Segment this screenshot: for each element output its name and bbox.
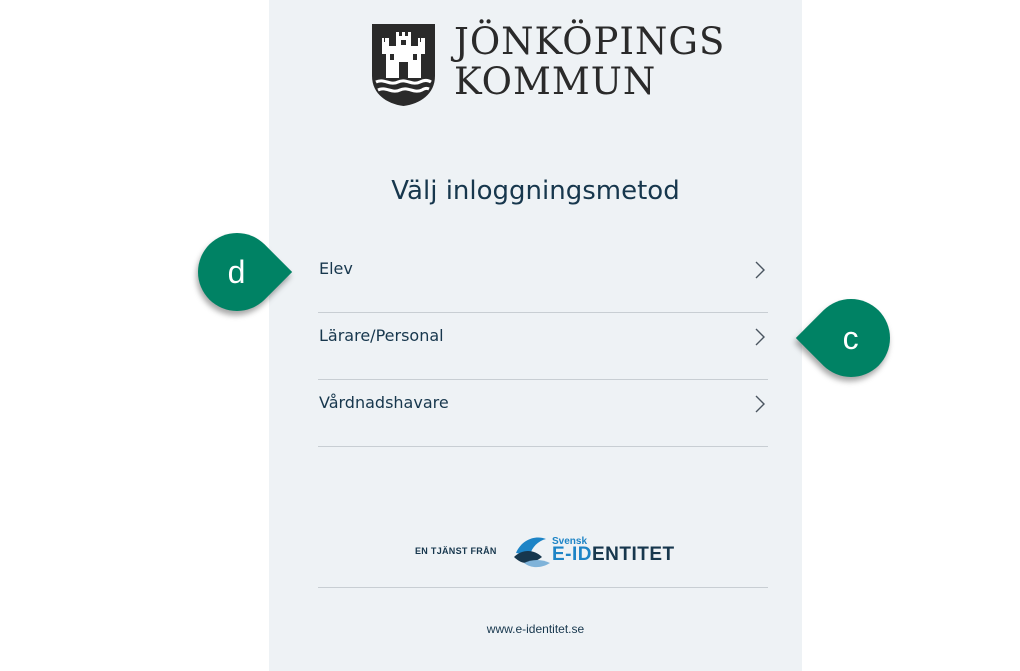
login-option-larare-personal[interactable]: Lärare/Personal (318, 313, 768, 380)
login-option-vardnadshavare[interactable]: Vårdnadshavare (318, 380, 768, 447)
provider-tagline: EN TJÄNST FRÅN (415, 546, 497, 556)
login-option-label: Elev (319, 259, 353, 278)
login-option-label: Lärare/Personal (319, 326, 444, 345)
page-title: Välj inloggningsmetod (391, 176, 680, 206)
brand-prefix: E-ID (552, 544, 592, 565)
castle-crest-icon (372, 24, 435, 106)
brand-name: E-IDENTITET (552, 544, 675, 566)
login-option-elev[interactable]: Elev (318, 246, 768, 313)
logo-wordmark: JÖNKÖPINGS KOMMUN (454, 20, 726, 103)
footer-divider (318, 587, 768, 588)
callout-letter: c (843, 319, 859, 356)
brand-suffix: ENTITET (592, 544, 675, 565)
callout-letter: d (228, 253, 246, 290)
logo-line-2: KOMMUN (454, 60, 657, 103)
provider-branding: EN TJÄNST FRÅN Svensk E-IDENTITET (269, 533, 802, 569)
callout-marker-c: c (795, 282, 907, 394)
jonkoping-logo: JÖNKÖPINGS KOMMUN (372, 20, 726, 106)
e-identitet-logo-icon (514, 537, 550, 568)
login-method-list: Elev Lärare/Personal Vårdnadshavare (318, 246, 768, 447)
login-option-label: Vårdnadshavare (319, 393, 449, 412)
provider-website-link[interactable]: www.e-identitet.se (269, 622, 802, 636)
chevron-right-icon (755, 395, 765, 413)
chevron-right-icon (755, 261, 765, 279)
logo-line-1: JÖNKÖPINGS (454, 20, 726, 63)
chevron-right-icon (755, 328, 765, 346)
